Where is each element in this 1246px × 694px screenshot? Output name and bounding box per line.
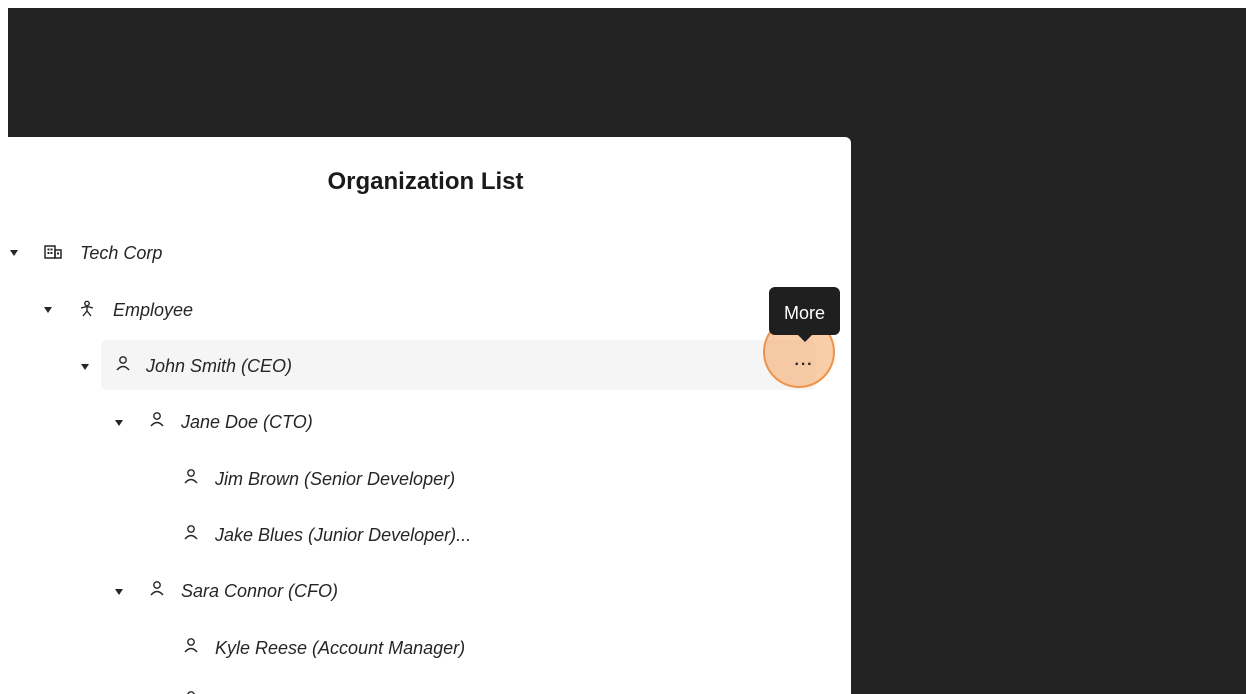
organization-panel: [8, 137, 851, 694]
expand-caret-employee[interactable]: [44, 307, 52, 313]
tree-label-ceo[interactable]: John Smith (CEO): [146, 355, 292, 377]
tree-label-account-manager[interactable]: Kyle Reese (Account Manager): [215, 637, 465, 659]
more-tooltip: More: [769, 287, 840, 335]
expand-caret-ceo[interactable]: [81, 364, 89, 370]
user-icon: [183, 690, 201, 694]
screen: Organization List Tech Corp Employee Joh…: [0, 0, 1246, 694]
user-icon: [183, 524, 201, 542]
tooltip-label: More: [783, 302, 825, 323]
tree-label-cfo[interactable]: Sara Connor (CFO): [181, 580, 338, 602]
tree-label-tech-corp[interactable]: Tech Corp: [80, 242, 162, 264]
tooltip-arrow: [797, 334, 813, 342]
building-icon: [44, 244, 62, 262]
expand-caret-tech-corp[interactable]: [10, 250, 18, 256]
tree-label-junior-developer[interactable]: Jake Blues (Junior Developer)...: [215, 524, 471, 546]
user-icon: [183, 468, 201, 486]
user-icon: [183, 637, 201, 655]
user-icon: [115, 355, 133, 373]
tree-label-cto[interactable]: Jane Doe (CTO): [181, 411, 313, 433]
tree-label-employee[interactable]: Employee: [113, 299, 193, 321]
user-icon: [149, 580, 167, 598]
more-button[interactable]: ···: [784, 350, 824, 380]
expand-caret-cfo[interactable]: [115, 589, 123, 595]
person-group-icon: [78, 300, 96, 318]
tree-label-senior-developer[interactable]: Jim Brown (Senior Developer): [215, 468, 455, 490]
expand-caret-cto[interactable]: [115, 420, 123, 426]
user-icon: [149, 411, 167, 429]
ellipsis-icon: ···: [794, 356, 814, 373]
panel-title: Organization List: [327, 168, 524, 195]
